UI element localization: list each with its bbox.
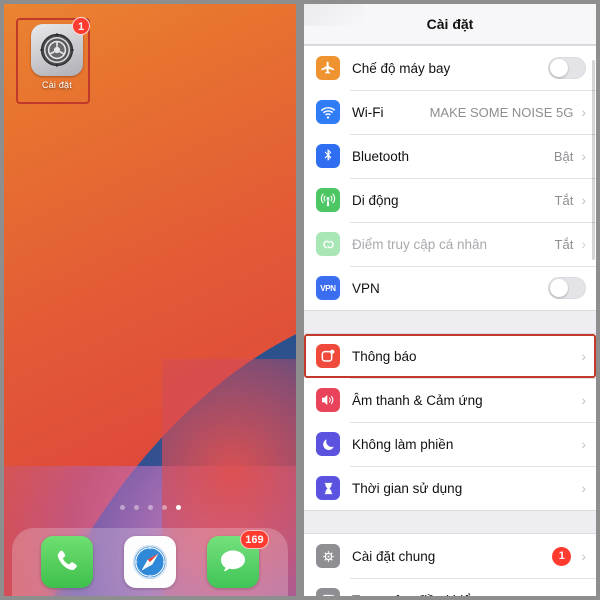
row-label: Bluetooth bbox=[352, 148, 410, 164]
page-dot[interactable] bbox=[133, 505, 139, 510]
page-title: Cài đặt bbox=[426, 16, 474, 32]
page-dot[interactable] bbox=[161, 505, 167, 510]
settings-row-screen-time[interactable]: Thời gian sử dụng › bbox=[304, 466, 596, 510]
settings-group-general: Cài đặt chung 1 › Trung tâm điều khiển › bbox=[304, 533, 596, 596]
settings-app-badge: 1 bbox=[72, 17, 90, 35]
row-value: Tắt bbox=[554, 236, 574, 252]
group-separator bbox=[304, 311, 596, 333]
dock: 169 bbox=[12, 528, 288, 596]
hotspot-icon bbox=[316, 232, 340, 256]
page-dots[interactable] bbox=[4, 505, 296, 510]
nav-bar: Cài đặt bbox=[304, 4, 596, 45]
settings-row-personal-hotspot[interactable]: Điểm truy cập cá nhân Tắt › bbox=[304, 222, 596, 266]
compass-icon bbox=[132, 544, 167, 580]
chevron-right-icon: › bbox=[581, 348, 586, 364]
notifications-icon bbox=[316, 344, 340, 368]
page-dot[interactable] bbox=[119, 505, 125, 510]
dock-app-phone[interactable] bbox=[41, 536, 94, 588]
chevron-right-icon: › bbox=[581, 548, 586, 564]
general-badge: 1 bbox=[552, 546, 572, 566]
row-label: Thông báo bbox=[352, 348, 417, 364]
row-label: Âm thanh & Cảm ứng bbox=[352, 392, 483, 408]
settings-row-notifications[interactable]: Thông báo › bbox=[304, 334, 596, 378]
chevron-right-icon: › bbox=[581, 480, 586, 496]
vpn-toggle[interactable] bbox=[548, 277, 586, 299]
vpn-icon: VPN bbox=[316, 276, 340, 300]
moon-icon bbox=[316, 432, 340, 456]
settings-row-do-not-disturb[interactable]: Không làm phiền › bbox=[304, 422, 596, 466]
settings-row-airplane-mode[interactable]: Chế độ máy bay bbox=[304, 46, 596, 90]
settings-row-cellular[interactable]: Di động Tắt › bbox=[304, 178, 596, 222]
toggle-knob bbox=[550, 279, 568, 297]
settings-row-general[interactable]: Cài đặt chung 1 › bbox=[304, 534, 596, 578]
row-label: Trung tâm điều khiển bbox=[352, 593, 579, 597]
row-value: Tắt bbox=[554, 192, 574, 208]
row-label: Chế độ máy bay bbox=[352, 60, 451, 76]
gear-icon[interactable]: 1 bbox=[31, 17, 90, 76]
chat-bubble-icon bbox=[220, 550, 245, 572]
row-value: Bật bbox=[553, 148, 574, 164]
chevron-right-icon: › bbox=[581, 104, 586, 120]
row-label: Wi-Fi bbox=[352, 104, 384, 120]
chevron-right-icon: › bbox=[581, 192, 586, 208]
wifi-icon bbox=[316, 100, 340, 124]
airplane-icon bbox=[316, 56, 340, 80]
toggle-knob bbox=[550, 59, 568, 77]
control-center-icon bbox=[316, 588, 340, 596]
hourglass-icon bbox=[316, 476, 340, 500]
row-label: VPN bbox=[352, 280, 380, 296]
group-separator bbox=[304, 511, 596, 533]
row-label: Thời gian sử dụng bbox=[352, 480, 463, 496]
chevron-right-icon: › bbox=[581, 436, 586, 452]
chevron-right-icon: › bbox=[581, 236, 586, 252]
dock-app-safari[interactable] bbox=[123, 536, 176, 588]
chevron-right-icon: › bbox=[581, 392, 586, 408]
settings-row-wifi[interactable]: Wi-Fi MAKE SOME NOISE 5G › bbox=[304, 90, 596, 134]
iphone-home-screen: 1 Cài đặt 169 bbox=[4, 4, 296, 596]
gear-glyph bbox=[40, 33, 74, 67]
home-app-settings[interactable]: 1 Cài đặt bbox=[16, 17, 92, 104]
row-label: Không làm phiền bbox=[352, 436, 454, 452]
page-dot-active[interactable] bbox=[175, 505, 181, 510]
phone-icon bbox=[58, 550, 78, 571]
chevron-right-icon: › bbox=[581, 148, 586, 164]
settings-row-bluetooth[interactable]: Bluetooth Bật › bbox=[304, 134, 596, 178]
settings-row-control-center[interactable]: Trung tâm điều khiển › bbox=[304, 578, 596, 596]
vertical-scrollbar[interactable] bbox=[592, 60, 595, 260]
row-label: Di động bbox=[352, 192, 399, 208]
settings-row-vpn[interactable]: VPN VPN bbox=[304, 266, 596, 310]
nav-shine bbox=[304, 4, 364, 26]
page-dot[interactable] bbox=[147, 505, 153, 510]
sounds-icon bbox=[316, 388, 340, 412]
row-value: MAKE SOME NOISE 5G bbox=[429, 104, 574, 120]
settings-row-sounds-haptics[interactable]: Âm thanh & Cảm ứng › bbox=[304, 378, 596, 422]
settings-group-notifications: Thông báo › Âm thanh & Cảm ứng › Không l… bbox=[304, 333, 596, 511]
gear-icon bbox=[316, 544, 340, 568]
messages-badge: 169 bbox=[240, 530, 269, 549]
screenshot-root: 1 Cài đặt 169 Cài đặt Chế độ máy bay Wi-… bbox=[0, 0, 600, 600]
settings-app-panel: Cài đặt Chế độ máy bay Wi-Fi MAKE SOME N… bbox=[304, 4, 596, 596]
row-label: Điểm truy cập cá nhân bbox=[352, 236, 488, 252]
chevron-right-icon: › bbox=[581, 593, 586, 596]
dock-app-messages[interactable]: 169 bbox=[206, 530, 269, 588]
row-label: Cài đặt chung bbox=[352, 548, 436, 564]
airplane-mode-toggle[interactable] bbox=[548, 57, 586, 79]
cellular-icon bbox=[316, 188, 340, 212]
bluetooth-icon bbox=[316, 144, 340, 168]
settings-group-connectivity: Chế độ máy bay Wi-Fi MAKE SOME NOISE 5G … bbox=[304, 45, 596, 311]
